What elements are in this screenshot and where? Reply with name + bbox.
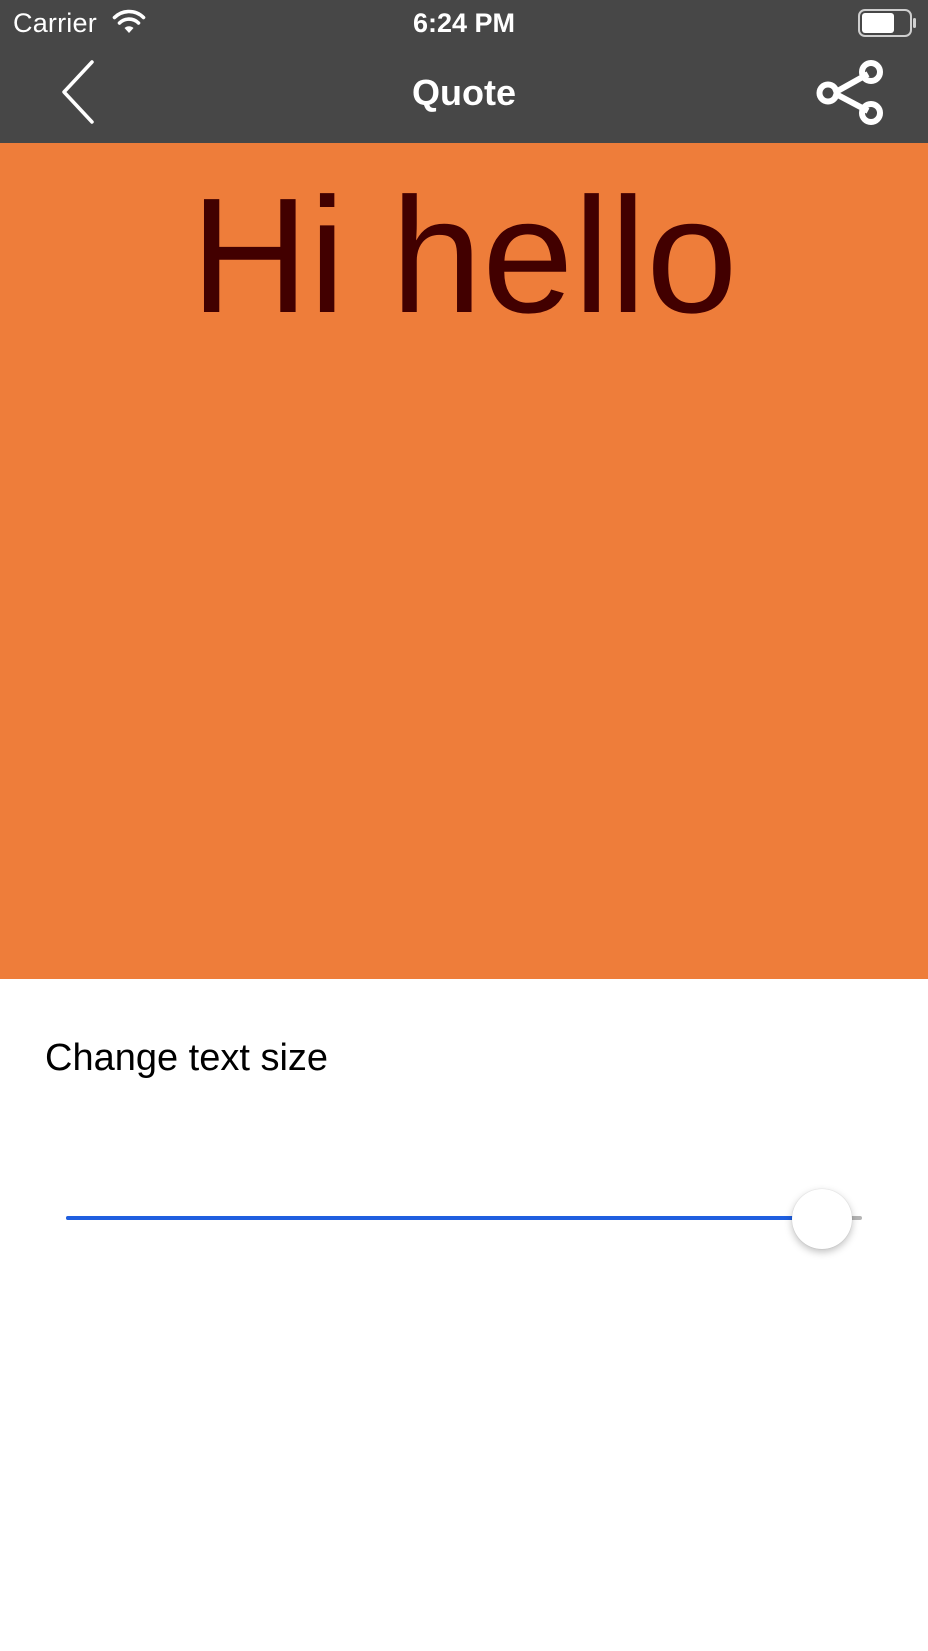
- chevron-left-icon: [62, 60, 94, 124]
- share-icon: [816, 60, 883, 125]
- status-bar: Carrier 6:24 PM: [0, 0, 928, 46]
- text-size-slider[interactable]: [66, 1189, 862, 1249]
- text-size-label: Change text size: [45, 1037, 329, 1079]
- text-size-controls: Change text size: [0, 979, 928, 1651]
- quote-preview: Hi hello: [0, 143, 928, 979]
- quote-text: Hi hello: [190, 164, 738, 347]
- slider-thumb[interactable]: [792, 1189, 853, 1249]
- top-bar: Carrier 6:24 PM Quote: [0, 0, 928, 143]
- navigation-bar: Quote: [0, 46, 928, 143]
- battery-icon: [858, 9, 916, 37]
- status-time: 6:24 PM: [412, 8, 516, 38]
- share-button[interactable]: [810, 58, 890, 126]
- back-button[interactable]: [50, 56, 110, 128]
- page-title: Quote: [412, 72, 516, 113]
- slider-fill: [66, 1216, 823, 1220]
